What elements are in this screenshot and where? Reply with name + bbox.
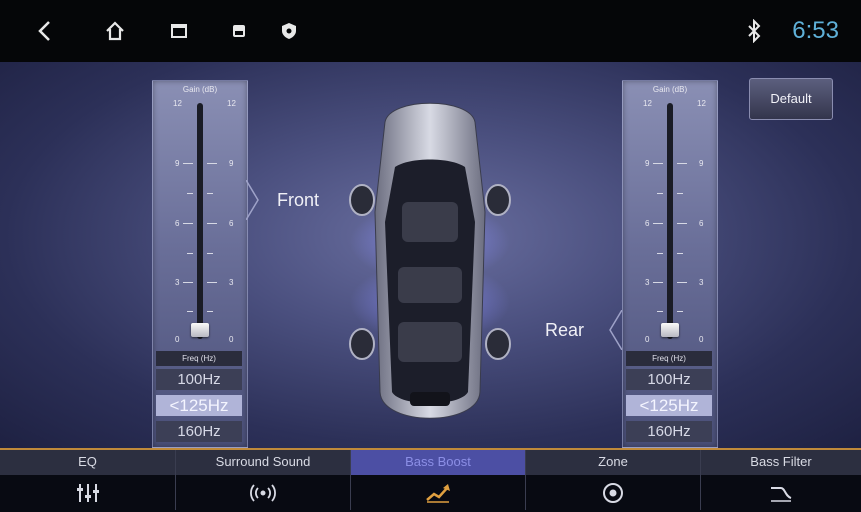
rear-freq-100hz[interactable]: 100Hz [626, 369, 712, 390]
rear-scale-6-left: 6 [645, 219, 650, 228]
tab-bass-filter[interactable]: Bass Filter [701, 450, 861, 510]
front-freq-100hz[interactable]: 100Hz [156, 369, 242, 390]
surround-icon [250, 484, 276, 502]
screenshot-icon[interactable] [226, 18, 252, 44]
rear-scale-12-right: 12 [697, 99, 706, 108]
front-gain-panel: Gain (dB) 12 12 9 9 6 6 3 3 0 0 Freq (Hz… [152, 80, 248, 448]
rear-freq-label: Freq (Hz) [626, 351, 712, 366]
rear-scale-3-left: 3 [645, 278, 650, 287]
zone-icon [603, 483, 623, 503]
rear-scale-12-left: 12 [643, 99, 652, 108]
rear-pointer [609, 310, 622, 350]
rear-scale-3-right: 3 [699, 278, 704, 287]
tab-eq-label: EQ [78, 454, 97, 469]
tab-zone-label: Zone [598, 454, 628, 469]
back-arrow-icon[interactable] [32, 18, 58, 44]
front-pointer [246, 180, 259, 220]
front-scale-3-right: 3 [229, 278, 234, 287]
front-scale-0-left: 0 [175, 335, 180, 344]
front-scale-9-right: 9 [229, 159, 234, 168]
front-gain-slider-track[interactable] [197, 103, 203, 339]
tab-bass-filter-label: Bass Filter [750, 454, 812, 469]
front-scale-6-left: 6 [175, 219, 180, 228]
tab-surround-label: Surround Sound [215, 454, 311, 469]
status-bar: 6:53 [0, 0, 861, 62]
home-icon[interactable] [102, 18, 128, 44]
front-freq-125hz-selected[interactable]: <125Hz [156, 395, 242, 416]
rear-scale-9-left: 9 [645, 159, 650, 168]
front-scale-12-right: 12 [227, 99, 236, 108]
car-top-view-image [349, 102, 511, 419]
recent-apps-icon[interactable] [166, 18, 192, 44]
clock-time: 6:53 [792, 17, 839, 44]
tab-bass-boost[interactable]: Bass Boost [351, 450, 525, 510]
front-scale-12-left: 12 [173, 99, 182, 108]
default-button[interactable]: Default [749, 78, 833, 120]
front-scale-6-right: 6 [229, 219, 234, 228]
rear-gain-panel: Gain (dB) 12 12 9 9 6 6 3 3 0 0 Freq (Hz… [622, 80, 718, 448]
front-freq-160hz[interactable]: 160Hz [156, 421, 242, 442]
bass-boost-icon [426, 484, 450, 503]
front-gain-title: Gain (dB) [182, 85, 218, 94]
rear-freq-160hz[interactable]: 160Hz [626, 421, 712, 442]
tab-zone[interactable]: Zone [526, 450, 700, 510]
tab-surround-sound[interactable]: Surround Sound [176, 450, 350, 510]
rear-scale-6-right: 6 [699, 219, 704, 228]
bottom-tab-bar: EQ Surround Sound Bass Boost Zone Bass F… [0, 448, 861, 512]
rear-gain-slider-track[interactable] [667, 103, 673, 339]
rear-gain-slider-knob[interactable] [661, 323, 679, 337]
front-scale-3-left: 3 [175, 278, 180, 287]
front-scale-0-right: 0 [229, 335, 234, 344]
equalizer-icon [76, 484, 99, 502]
tab-eq[interactable]: EQ [0, 450, 175, 510]
shield-icon [276, 18, 302, 44]
rear-scale-0-right: 0 [699, 335, 704, 344]
front-scale-9-left: 9 [175, 159, 180, 168]
rear-scale-9-right: 9 [699, 159, 704, 168]
front-freq-label: Freq (Hz) [156, 351, 242, 366]
rear-gain-title: Gain (dB) [652, 85, 688, 94]
bass-boost-screen: Gain (dB) 12 12 9 9 6 6 3 3 0 0 Freq (Hz… [0, 62, 861, 448]
bass-filter-icon [771, 487, 792, 502]
rear-freq-125hz-selected[interactable]: <125Hz [626, 395, 712, 416]
tab-bass-boost-label: Bass Boost [405, 454, 471, 469]
rear-scale-0-left: 0 [645, 335, 650, 344]
front-gain-slider-knob[interactable] [191, 323, 209, 337]
front-label: Front [277, 190, 320, 210]
bluetooth-icon [745, 18, 763, 44]
rear-label: Rear [545, 320, 585, 340]
